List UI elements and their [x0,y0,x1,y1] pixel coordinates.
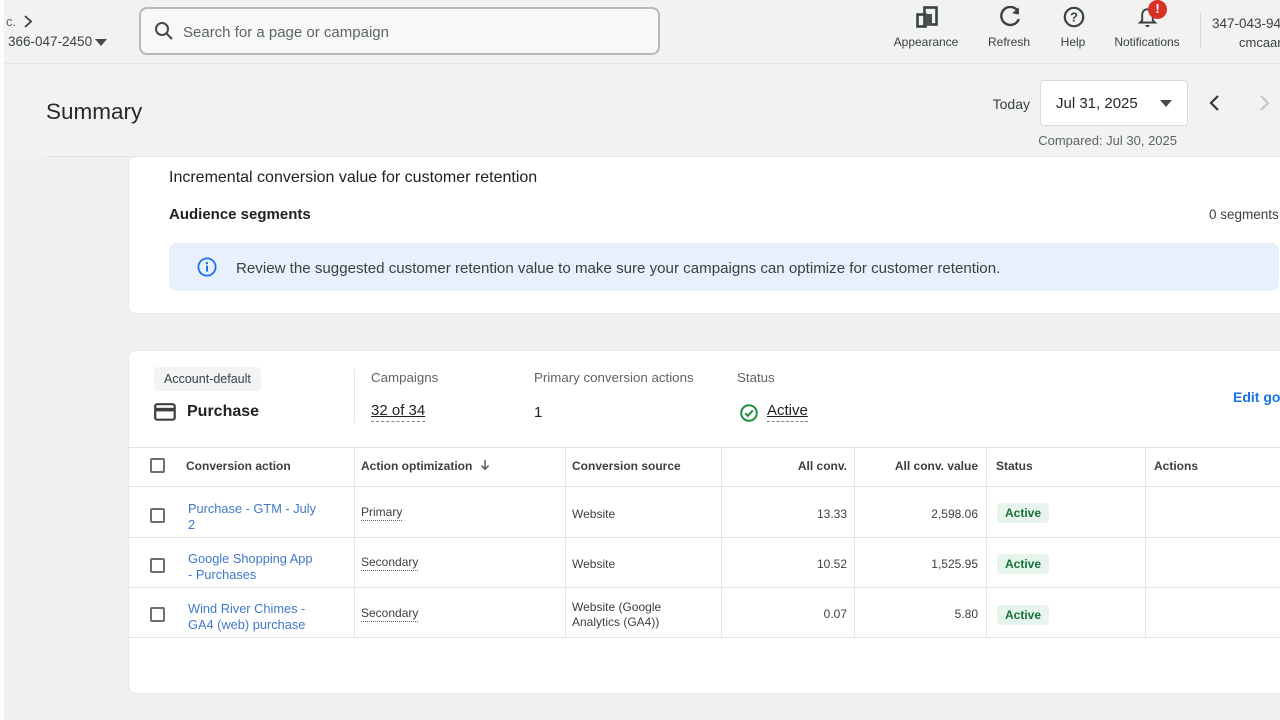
svg-text:?: ? [1070,10,1078,25]
